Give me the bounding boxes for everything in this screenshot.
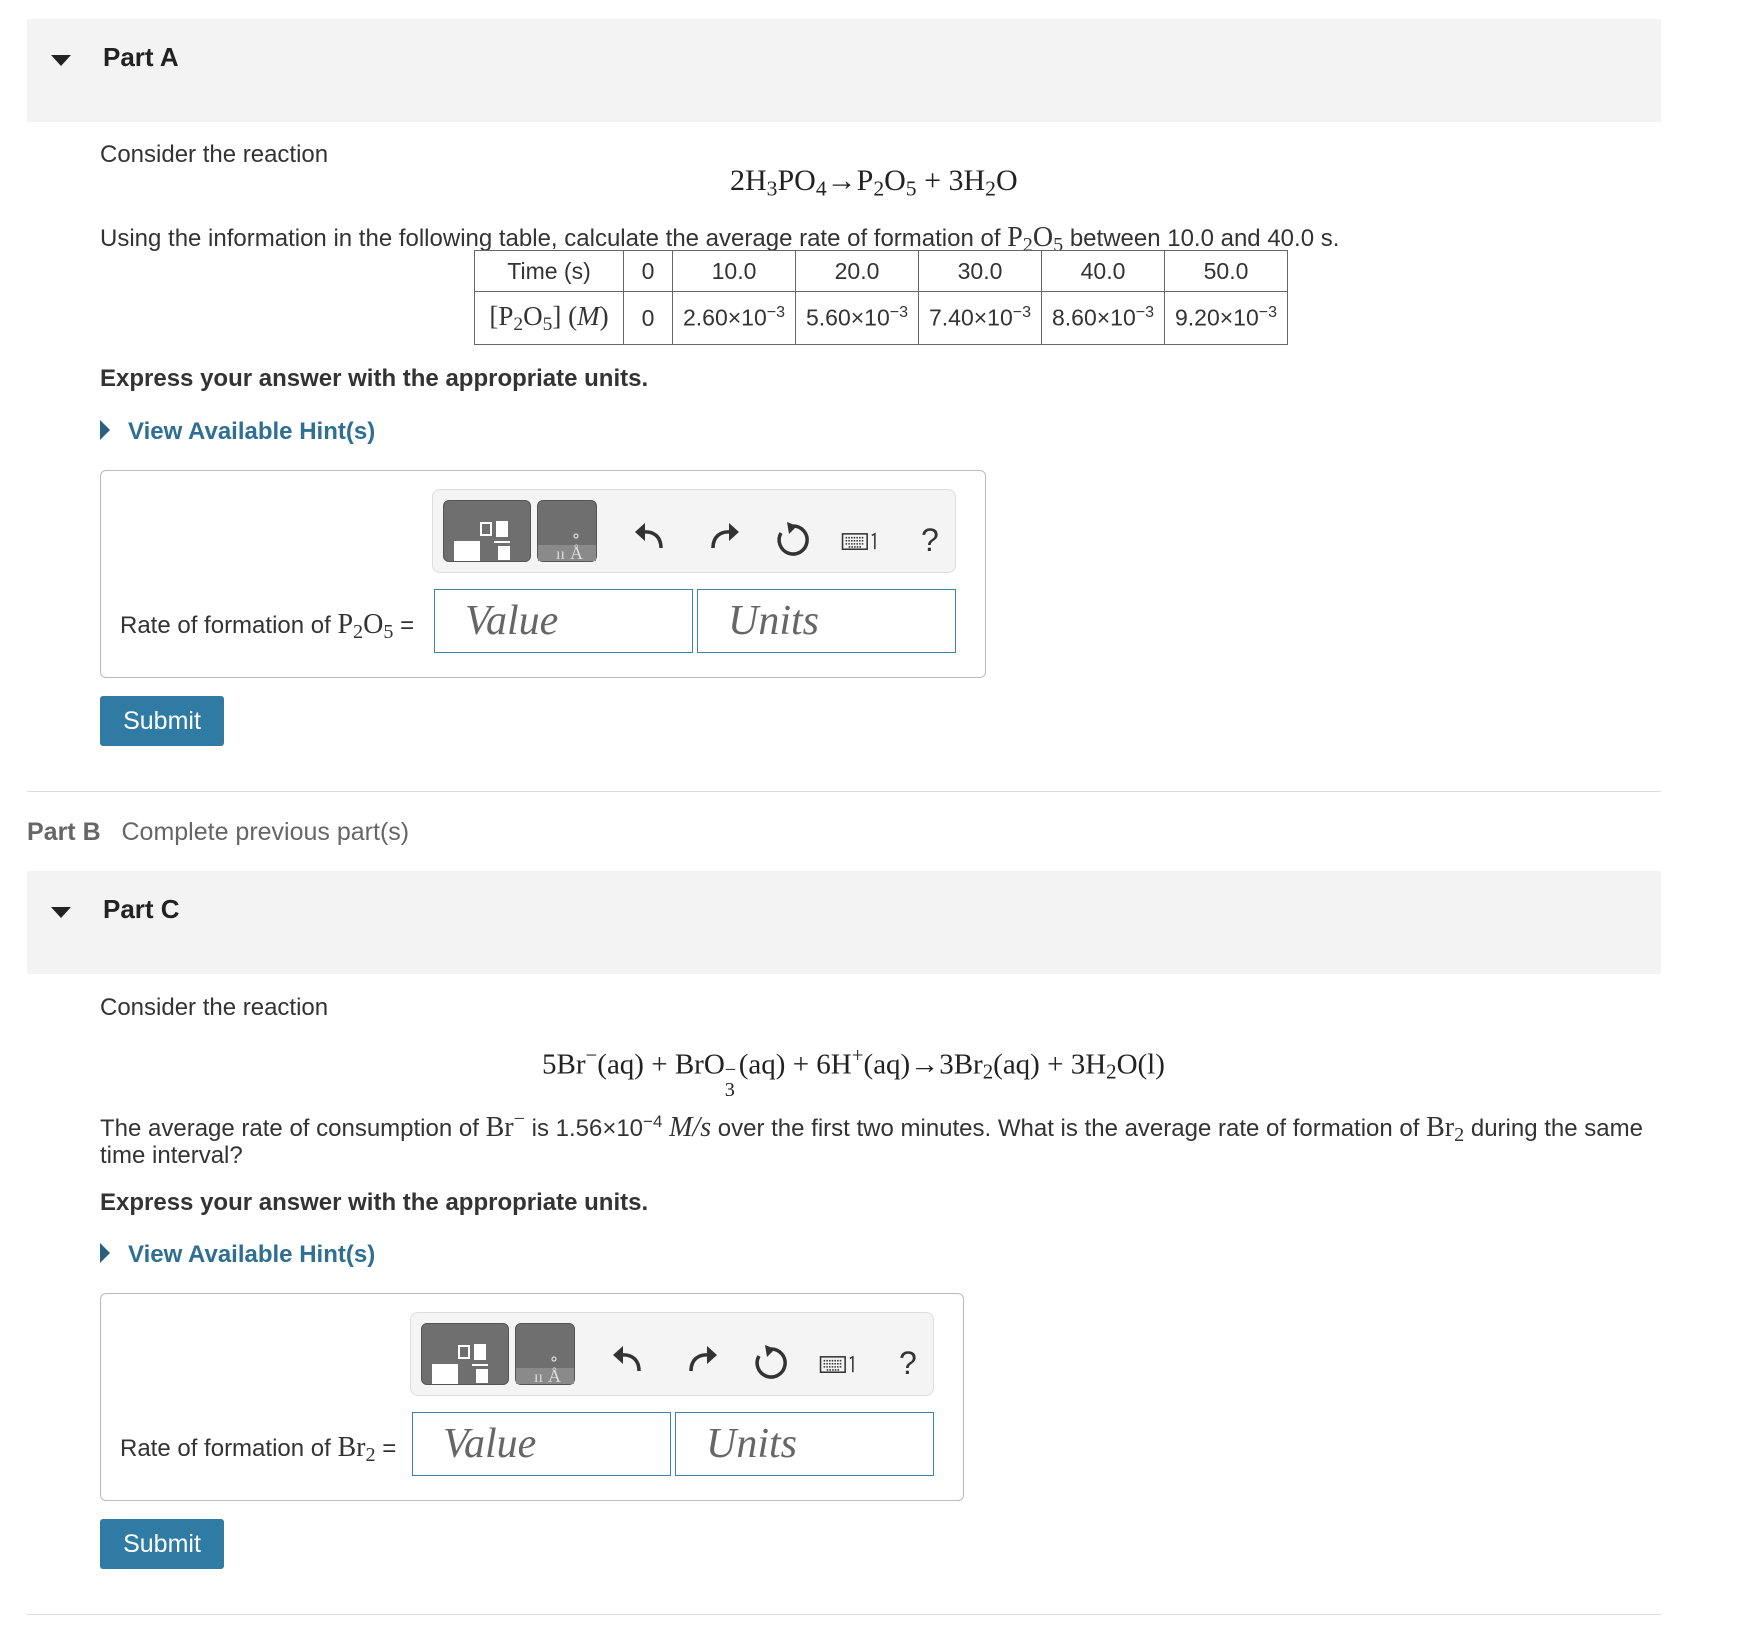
part-c-intro: Consider the reaction: [100, 994, 329, 1021]
table-cell: 40.0: [1041, 250, 1165, 292]
part-b-row[interactable]: Part B Complete previous part(s): [27, 818, 409, 847]
part-a-answer-label: Rate of formation of P2O5 =: [120, 609, 415, 644]
part-a-title: Part A: [103, 42, 179, 72]
part-c-header[interactable]: Part C: [27, 871, 1661, 974]
table-header-concentration: [P2O5] (M): [474, 291, 624, 345]
symbols-icon[interactable]: ıı Å: [515, 1323, 575, 1386]
caret-down-icon[interactable]: [51, 55, 71, 66]
undo-icon[interactable]: [631, 516, 671, 556]
svg-text:ıı: ıı: [556, 546, 565, 561]
part-a-math-toolbar: ıı Å ?: [432, 489, 956, 573]
caret-right-icon[interactable]: [100, 420, 110, 440]
svg-text:Å: Å: [548, 1366, 561, 1384]
templates-icon[interactable]: [421, 1323, 509, 1385]
table-cell: 20.0: [795, 250, 919, 292]
part-c-math-toolbar: ıı Å ?: [410, 1312, 934, 1396]
part-a-answer-box: ıı Å ? Rate of formation of P2O5 = Value …: [100, 470, 986, 678]
reset-icon[interactable]: [751, 1343, 791, 1383]
table-cell: 30.0: [918, 250, 1042, 292]
part-c-question: The average rate of consumption of Br− i…: [100, 1108, 1643, 1147]
help-icon[interactable]: ?: [921, 522, 939, 559]
part-a-equation: 2H3PO4→P2O5 + 3H2O: [730, 164, 1018, 201]
part-b-title: Part B: [27, 818, 101, 846]
table-cell: 50.0: [1164, 250, 1288, 292]
part-a-hint-link[interactable]: View Available Hint(s): [128, 418, 375, 446]
part-c-answer-label: Rate of formation of Br2 =: [120, 1432, 397, 1467]
table-header-time: Time (s): [474, 250, 624, 292]
divider: [27, 1614, 1661, 1615]
table-cell: 2.60×10−3: [672, 291, 796, 345]
table-cell: 8.60×10−3: [1041, 291, 1165, 345]
table-cell: 5.60×10−3: [795, 291, 919, 345]
keyboard-icon[interactable]: [841, 520, 893, 560]
table-cell: 0: [623, 250, 673, 292]
table-cell: 7.40×10−3: [918, 291, 1042, 345]
table-cell: 9.20×10−3: [1164, 291, 1288, 345]
part-c-express: Express your answer with the appropriate…: [100, 1189, 649, 1216]
part-c-question-line2: time interval?: [100, 1142, 243, 1169]
undo-icon[interactable]: [609, 1339, 649, 1379]
part-c-title: Part C: [103, 894, 180, 924]
part-c-hint-link[interactable]: View Available Hint(s): [128, 1241, 375, 1269]
part-a-units-input[interactable]: Units: [697, 589, 956, 653]
part-c-value-input[interactable]: Value: [412, 1412, 671, 1476]
redo-icon[interactable]: [681, 1339, 721, 1379]
part-c-answer-box: ıı Å ? Rate of formation of Br2 = Value U…: [100, 1293, 964, 1501]
redo-icon[interactable]: [703, 516, 743, 556]
part-c-units-input[interactable]: Units: [675, 1412, 934, 1476]
part-b-status: Complete previous part(s): [121, 818, 410, 846]
reset-icon[interactable]: [773, 520, 813, 560]
part-a-header[interactable]: Part A: [27, 19, 1661, 122]
caret-down-icon[interactable]: [51, 907, 71, 918]
part-a-express: Express your answer with the appropriate…: [100, 365, 649, 392]
caret-right-icon[interactable]: [100, 1243, 110, 1263]
part-a-intro: Consider the reaction: [100, 141, 329, 168]
part-c-equation: 5Br−(aq) + BrO −3 (aq) + 6H+(aq)→3Br2(aq) …: [542, 1043, 1165, 1102]
table-cell: 10.0: [672, 250, 796, 292]
part-a-submit-button[interactable]: Submit: [100, 696, 224, 746]
part-c-submit-button[interactable]: Submit: [100, 1519, 224, 1569]
part-a-data-table: Time (s) 0 10.0 20.0 30.0 40.0 50.0 [P2O…: [474, 250, 1288, 345]
svg-text:ıı: ıı: [534, 1369, 543, 1384]
svg-text:Å: Å: [570, 543, 583, 561]
divider: [27, 791, 1661, 792]
part-a-value-input[interactable]: Value: [434, 589, 693, 653]
keyboard-icon[interactable]: [819, 1343, 871, 1383]
table-cell: 0: [623, 291, 673, 345]
symbols-icon[interactable]: ıı Å: [537, 500, 597, 563]
templates-icon[interactable]: [443, 500, 531, 562]
help-icon[interactable]: ?: [899, 1345, 917, 1382]
